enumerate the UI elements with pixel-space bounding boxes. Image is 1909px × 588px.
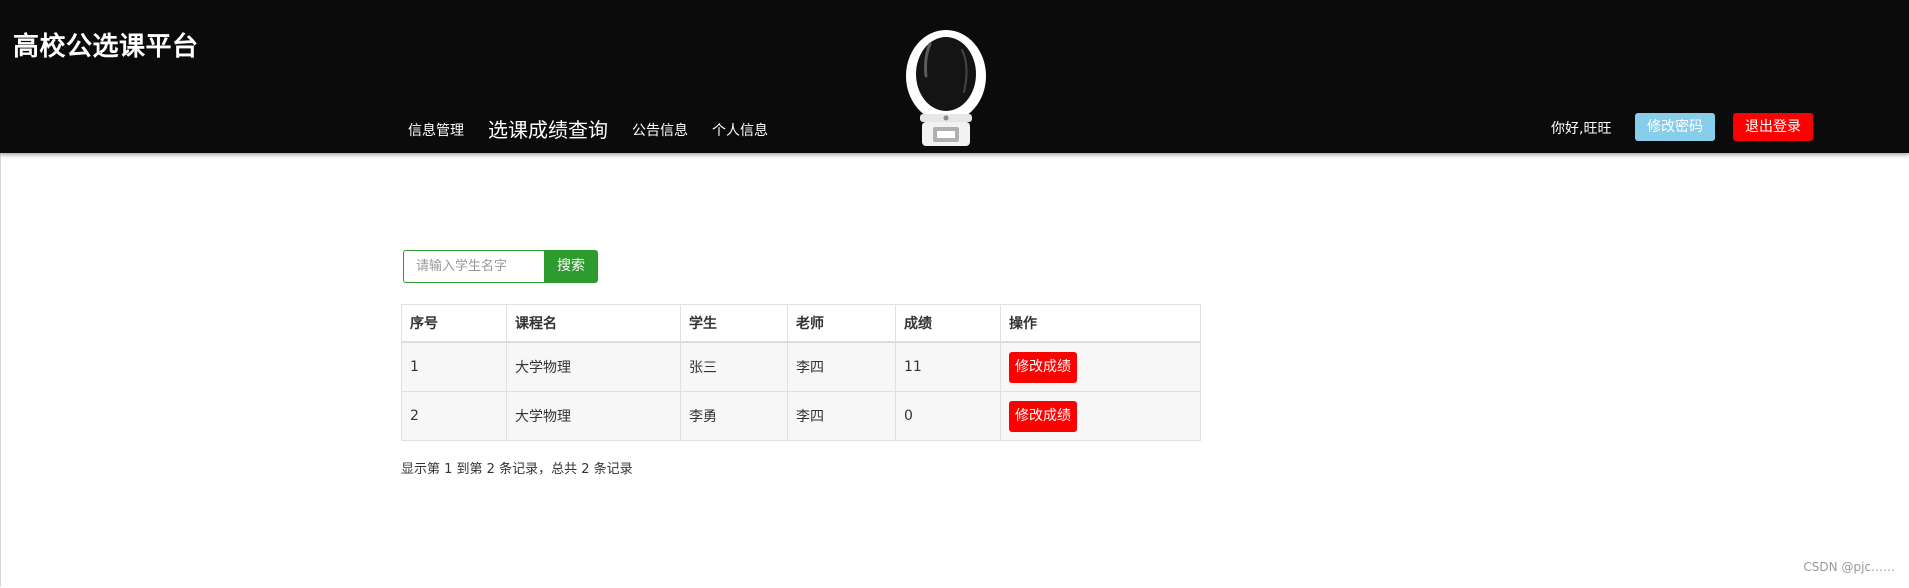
watermark: CSDN @pjc…… (1803, 560, 1895, 574)
column-header-student[interactable]: 学生 (680, 304, 788, 343)
nav-item-announcements[interactable]: 公告信息 (632, 120, 688, 140)
cell-student: 张三 (680, 341, 788, 392)
table-row: 1 大学物理 张三 李四 11 修改成绩 (401, 341, 1201, 392)
column-header-actions: 操作 (1000, 304, 1201, 343)
edit-score-button[interactable]: 修改成绩 (1009, 400, 1077, 432)
user-greeting: 你好,旺旺 (1551, 121, 1612, 137)
logout-button[interactable]: 退出登录 (1733, 113, 1813, 141)
table-header-row: 序号 课程名 学生 老师 成绩 操作 (401, 304, 1201, 343)
cell-course: 大学物理 (506, 341, 681, 392)
column-header-index[interactable]: 序号 (401, 304, 507, 343)
nav-item-course-score-query[interactable]: 选课成绩查询 (488, 114, 608, 143)
pagination-info: 显示第 1 到第 2 条记录，总共 2 条记录 (401, 462, 633, 477)
column-header-teacher[interactable]: 老师 (787, 304, 896, 343)
nav-item-personal-info[interactable]: 个人信息 (712, 120, 768, 140)
search-button[interactable]: 搜索 (544, 250, 598, 283)
cell-student: 李勇 (680, 391, 788, 441)
table-row: 2 大学物理 李勇 李四 0 修改成绩 (401, 391, 1201, 441)
cell-score: 0 (895, 391, 1001, 441)
column-header-course[interactable]: 课程名 (506, 304, 681, 343)
change-password-button[interactable]: 修改密码 (1635, 113, 1715, 141)
score-table: 序号 课程名 学生 老师 成绩 操作 1 大学物理 张三 李四 11 修改成绩 … (401, 304, 1201, 441)
top-header: 高校公选课平台 信息管理 选课成绩查询 公告信息 个人信息 你好,旺旺 修改密码… (0, 0, 1909, 153)
cell-teacher: 李四 (787, 391, 896, 441)
student-name-search-input[interactable] (403, 250, 544, 283)
column-header-score[interactable]: 成绩 (895, 304, 1001, 343)
cell-index: 2 (401, 391, 507, 441)
nav-item-info-management[interactable]: 信息管理 (408, 120, 464, 140)
site-title: 高校公选课平台 (13, 32, 199, 62)
edit-score-button[interactable]: 修改成绩 (1009, 351, 1077, 383)
cell-course: 大学物理 (506, 391, 681, 441)
astronaut-icon (906, 30, 986, 146)
cell-actions: 修改成绩 (1000, 341, 1201, 392)
cell-score: 11 (895, 341, 1001, 392)
cell-index: 1 (401, 341, 507, 392)
cell-teacher: 李四 (787, 341, 896, 392)
cell-actions: 修改成绩 (1000, 391, 1201, 441)
